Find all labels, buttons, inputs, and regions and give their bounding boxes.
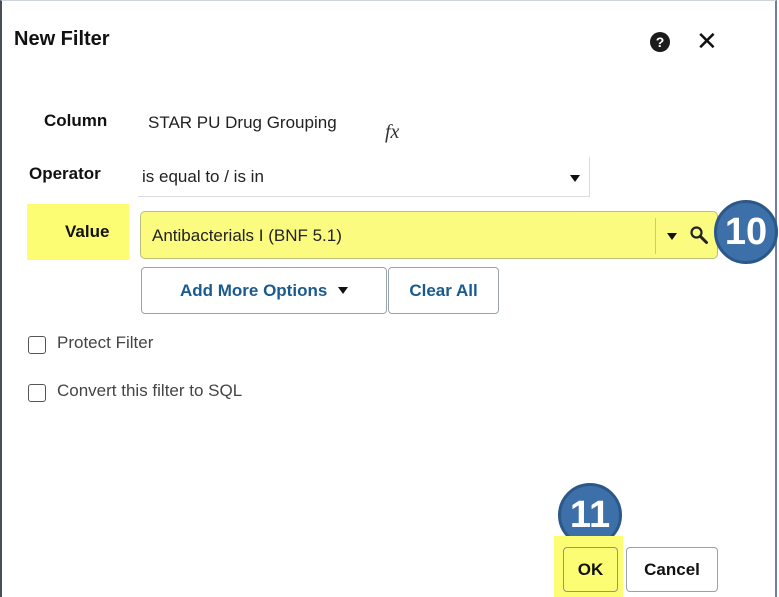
chevron-down-icon: [570, 175, 580, 182]
new-filter-dialog: New Filter ? ✕ Column STAR PU Drug Group…: [0, 0, 778, 597]
add-more-options-button[interactable]: Add More Options: [141, 267, 387, 314]
protect-filter-checkbox[interactable]: [28, 336, 46, 354]
protect-filter-label[interactable]: Protect Filter: [57, 333, 153, 353]
value-input-text: Antibacterials I (BNF 5.1): [152, 226, 342, 245]
operator-select[interactable]: is equal to / is in: [138, 157, 590, 197]
close-icon[interactable]: ✕: [696, 27, 718, 55]
search-icon[interactable]: [689, 225, 709, 245]
operator-label: Operator: [29, 164, 101, 183]
value-label: Value: [65, 222, 110, 241]
cancel-button[interactable]: Cancel: [626, 547, 718, 592]
chevron-down-icon: [338, 287, 349, 294]
value-dropdown-icon[interactable]: [667, 233, 677, 240]
operator-select-value: is equal to / is in: [142, 167, 264, 186]
ok-button[interactable]: OK: [563, 547, 618, 592]
value-input-divider: [655, 218, 656, 254]
column-label: Column: [44, 111, 108, 130]
column-value: STAR PU Drug Grouping: [148, 113, 337, 132]
help-icon[interactable]: ?: [650, 32, 670, 52]
value-input[interactable]: Antibacterials I (BNF 5.1): [140, 211, 718, 259]
dialog-title: New Filter: [14, 28, 110, 50]
fx-icon[interactable]: fx: [385, 121, 399, 144]
add-more-options-label: Add More Options: [179, 281, 328, 300]
step-10-badge: 10: [714, 200, 778, 264]
convert-sql-label[interactable]: Convert this filter to SQL: [57, 381, 242, 401]
clear-all-button[interactable]: Clear All: [388, 267, 499, 314]
convert-sql-checkbox[interactable]: [28, 384, 46, 402]
